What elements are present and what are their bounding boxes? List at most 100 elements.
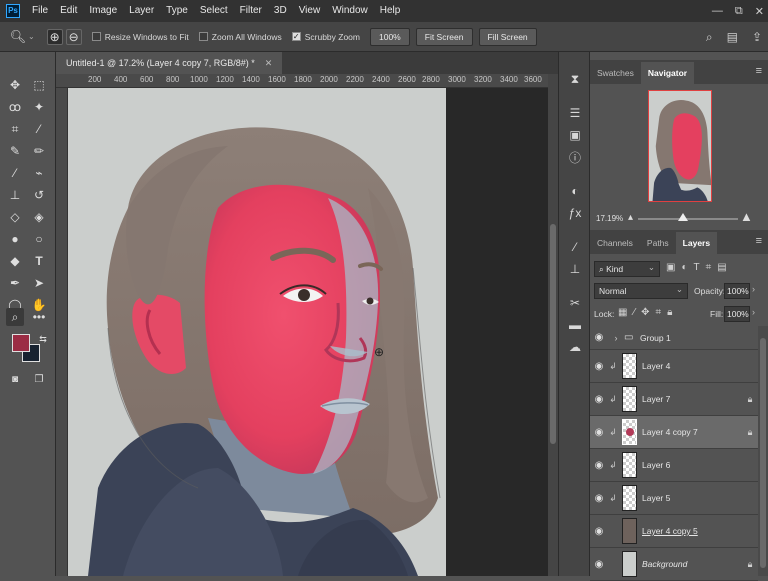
- close-button[interactable]: ✕: [755, 5, 764, 18]
- blend-mode-select[interactable]: Normal: [594, 282, 688, 299]
- pencil-tool-icon[interactable]: ✏: [30, 142, 48, 160]
- menu-type[interactable]: Type: [160, 0, 194, 22]
- layer-row-layer-4[interactable]: ◉ ↲ Layer 4: [590, 350, 758, 383]
- tab-channels[interactable]: Channels: [590, 232, 640, 254]
- visibility-eye-icon[interactable]: ◉: [590, 427, 608, 438]
- visibility-eye-icon[interactable]: ◉: [590, 332, 608, 343]
- zoom-out-mountain-icon[interactable]: ▴: [628, 212, 633, 223]
- menu-layer[interactable]: Layer: [123, 0, 160, 22]
- paint-bucket-tool-icon[interactable]: ◈: [30, 208, 48, 226]
- path-selection-tool-icon[interactable]: ➤: [30, 274, 48, 292]
- type-tool-icon[interactable]: T: [30, 252, 48, 270]
- minimize-button[interactable]: —: [712, 5, 723, 17]
- fill-input[interactable]: 100%: [724, 306, 750, 322]
- menu-window[interactable]: Window: [326, 0, 374, 22]
- visibility-eye-icon[interactable]: ◉: [590, 559, 608, 570]
- smudge-tool-icon[interactable]: ◆: [6, 252, 24, 270]
- share-icon[interactable]: ⇪: [752, 30, 762, 44]
- fit-screen-button[interactable]: Fit Screen: [415, 27, 473, 46]
- resize-windows-box[interactable]: [91, 32, 101, 41]
- healing-brush-tool-icon[interactable]: ✎: [6, 142, 24, 160]
- styles-icon[interactable]: ƒx: [566, 204, 584, 222]
- mixer-brush-tool-icon[interactable]: ⌁: [30, 164, 48, 182]
- tool-presets-icon[interactable]: ✂: [566, 294, 584, 312]
- visibility-eye-icon[interactable]: ◉: [590, 361, 608, 372]
- layer-name[interactable]: Layer 6: [642, 460, 758, 470]
- menu-select[interactable]: Select: [194, 0, 234, 22]
- layer-name[interactable]: Layer 5: [642, 493, 758, 503]
- tab-navigator[interactable]: Navigator: [640, 62, 695, 84]
- menu-3d[interactable]: 3D: [268, 0, 293, 22]
- layers-scrollbar-thumb[interactable]: [760, 338, 766, 568]
- tab-layers[interactable]: Layers: [675, 232, 718, 254]
- visibility-eye-icon[interactable]: ◉: [590, 526, 608, 537]
- layer-row-layer-5[interactable]: ◉ ↲ Layer 5: [590, 482, 758, 515]
- close-document-icon[interactable]: ✕: [265, 58, 273, 69]
- scrubby-zoom-box[interactable]: ✓: [291, 32, 301, 41]
- layer-row-group-1[interactable]: ◉ › ▭ Group 1: [590, 326, 758, 350]
- foreground-color-swatch[interactable]: [12, 334, 30, 352]
- layer-name[interactable]: Layer 4 copy 7: [642, 427, 742, 437]
- eyedropper-tool-icon[interactable]: ⁄: [30, 120, 48, 138]
- navigator-zoom-knob[interactable]: [678, 213, 688, 221]
- navigator-preview[interactable]: [648, 90, 712, 202]
- menu-edit[interactable]: Edit: [54, 0, 83, 22]
- layer-row-background[interactable]: ◉ Background 🔒︎: [590, 548, 758, 581]
- clone-stamp-tool-icon[interactable]: ⊥: [6, 186, 24, 204]
- zoom-in-mountain-icon[interactable]: ▲: [740, 209, 753, 224]
- visibility-eye-icon[interactable]: ◉: [590, 460, 608, 471]
- magic-wand-tool-icon[interactable]: ✦: [30, 98, 48, 116]
- zoom-tool-icon[interactable]: 🔍︎: [10, 29, 27, 45]
- opacity-chevron-icon[interactable]: ›: [752, 284, 755, 294]
- quick-mask-icon[interactable]: ◙: [6, 370, 24, 388]
- brush-settings-icon[interactable]: ⁄: [566, 238, 584, 256]
- scrubby-zoom-checkbox[interactable]: ✓ Scrubby Zoom: [291, 32, 360, 42]
- workspace-icon[interactable]: ▤: [727, 30, 738, 44]
- lock-options-icons[interactable]: ▦⁄✥⌗🔒︎: [618, 307, 678, 318]
- tool-preset-chevron-icon[interactable]: ⌄: [28, 32, 35, 41]
- visibility-eye-icon[interactable]: ◉: [590, 493, 608, 504]
- zoom-all-windows-checkbox[interactable]: Zoom All Windows: [198, 32, 282, 42]
- history-icon[interactable]: ⧗: [566, 70, 584, 88]
- swap-colors-icon[interactable]: ⇆: [34, 330, 52, 348]
- menu-image[interactable]: Image: [83, 0, 123, 22]
- document-tab[interactable]: Untitled-1 @ 17.2% (Layer 4 copy 7, RGB/…: [56, 52, 283, 74]
- info-icon[interactable]: ⓘ: [566, 148, 584, 166]
- canvas-area[interactable]: ⊕: [68, 88, 548, 576]
- adjustments-sliders-icon[interactable]: ☰: [566, 104, 584, 122]
- pen-tool-icon[interactable]: ✒: [6, 274, 24, 292]
- adjustments-icon[interactable]: ◐: [566, 182, 584, 200]
- fill-chevron-icon[interactable]: ›: [752, 307, 755, 317]
- properties-icon[interactable]: ▣: [566, 126, 584, 144]
- vertical-scrollbar[interactable]: [548, 74, 558, 576]
- navigator-menu-icon[interactable]: ≡: [756, 65, 762, 77]
- layer-name[interactable]: Layer 7: [642, 394, 742, 404]
- layer-filter-kind[interactable]: ⌕ Kind: [594, 260, 660, 277]
- more-tools-icon[interactable]: •••: [30, 308, 48, 326]
- layer-name[interactable]: Layer 4 copy 5: [642, 526, 758, 536]
- opacity-input[interactable]: 100%: [724, 283, 750, 299]
- search-icon[interactable]: ⌕: [706, 30, 713, 45]
- zoom-in-button[interactable]: ⊕: [46, 28, 63, 45]
- scrollbar-thumb[interactable]: [550, 224, 556, 444]
- zoom-tool-active-icon[interactable]: ⌕: [6, 308, 24, 326]
- libraries-icon[interactable]: ☁: [566, 338, 584, 356]
- layer-name[interactable]: Layer 4: [642, 361, 758, 371]
- menu-file[interactable]: File: [26, 0, 54, 22]
- artboard[interactable]: [68, 88, 446, 576]
- zoom-100-button[interactable]: 100%: [370, 27, 410, 46]
- clone-source-icon[interactable]: ⊥: [566, 260, 584, 278]
- fill-screen-button[interactable]: Fill Screen: [478, 27, 537, 46]
- character-icon[interactable]: ▬: [566, 316, 584, 334]
- layer-filter-icons[interactable]: ▣◐T⌗▤: [666, 262, 733, 273]
- menu-help[interactable]: Help: [374, 0, 407, 22]
- blur-tool-icon[interactable]: ●: [6, 230, 24, 248]
- history-brush-tool-icon[interactable]: ↺: [30, 186, 48, 204]
- layer-row-layer-4-copy-7[interactable]: ◉ ↲ Layer 4 copy 7 🔒︎: [590, 416, 758, 449]
- layers-scrollbar[interactable]: [758, 326, 768, 576]
- navigator-zoom-value[interactable]: 17.19%: [596, 214, 623, 223]
- layer-name[interactable]: Background: [642, 559, 742, 569]
- layer-row-layer-4-copy-5[interactable]: ◉ Layer 4 copy 5: [590, 515, 758, 548]
- lasso-tool-icon[interactable]: ꝏ: [6, 98, 24, 116]
- restore-button[interactable]: ⧉: [735, 5, 743, 18]
